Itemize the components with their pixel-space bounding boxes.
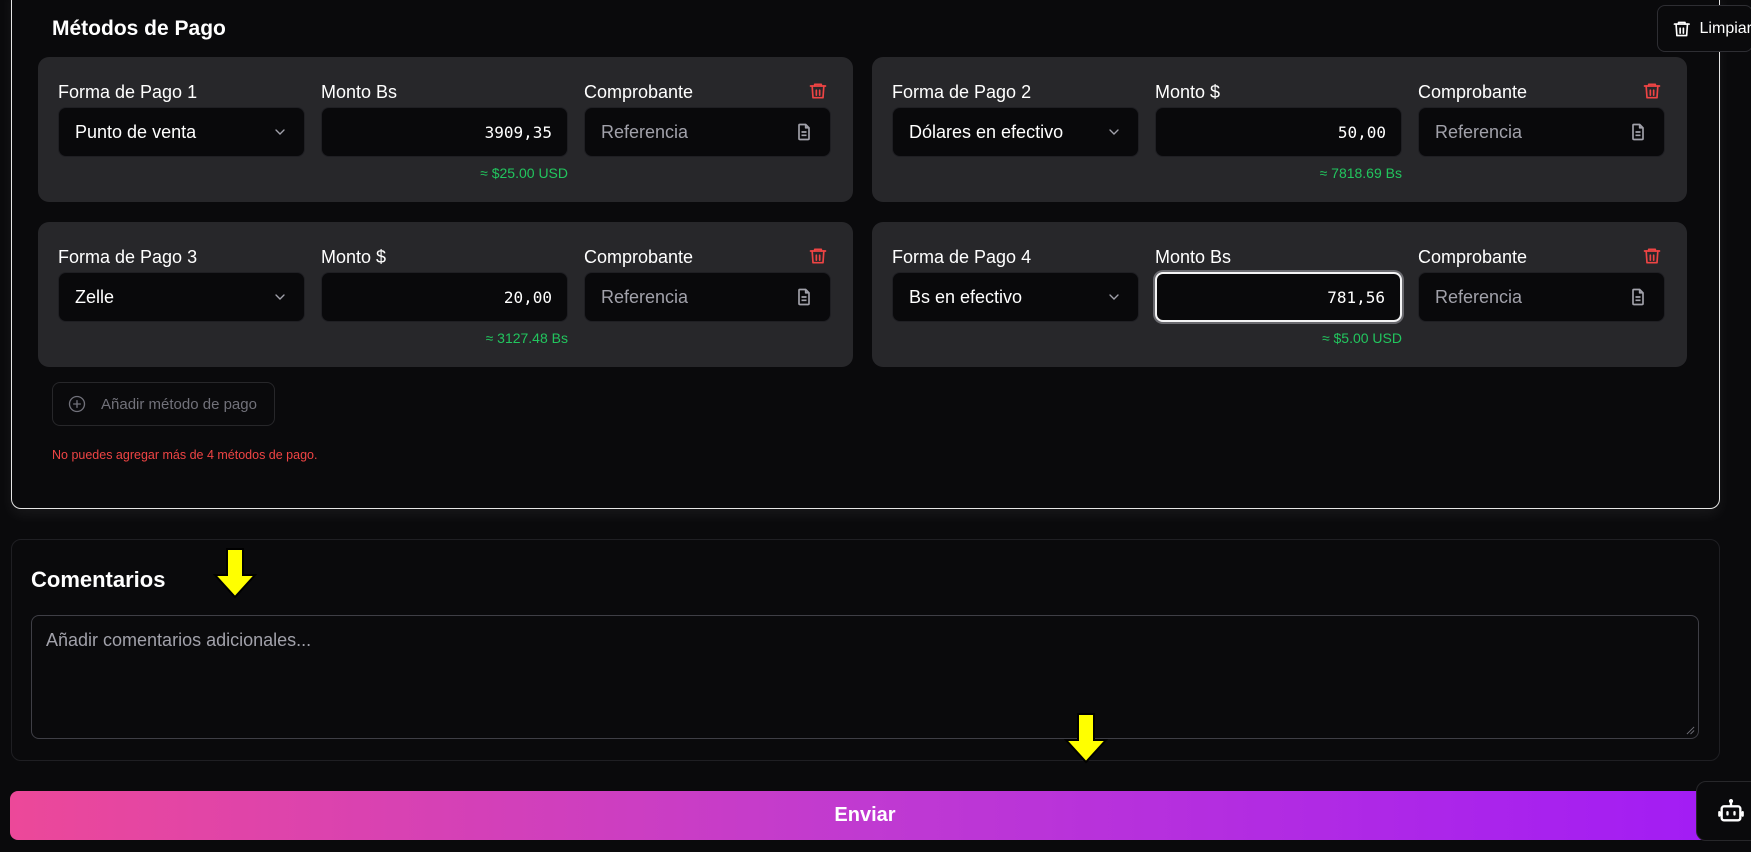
document-icon[interactable] — [1628, 287, 1648, 307]
document-icon[interactable] — [794, 122, 814, 142]
comments-card: Comentarios Añadir comentarios adicional… — [11, 539, 1720, 761]
plus-circle-icon — [68, 395, 86, 413]
chevron-down-icon — [1109, 294, 1119, 300]
conversion-text: ≈ 7818.69 Bs — [1319, 165, 1402, 181]
trash-icon[interactable] — [808, 81, 828, 101]
receipt-placeholder: Referencia — [601, 121, 689, 142]
chevron-down-icon — [1109, 129, 1119, 135]
payment-method-4: Forma de Pago 4 Monto Bs Comprobante Bs … — [872, 222, 1687, 367]
section-title: Métodos de Pago — [52, 17, 226, 40]
resize-handle-icon[interactable] — [1686, 726, 1695, 735]
arrow-down-icon — [1063, 713, 1109, 764]
comments-title: Comentarios — [31, 567, 166, 592]
amount-input[interactable]: 781,56 — [1155, 272, 1402, 322]
amount-input[interactable]: 3909,35 — [321, 107, 568, 157]
chevron-down-icon — [275, 129, 285, 135]
payment-methods-card: Métodos de Pago Forma de Pago 1 Monto Bs… — [11, 0, 1720, 509]
limit-message: No puedes agregar más de 4 métodos de pa… — [52, 448, 318, 462]
comments-placeholder: Añadir comentarios adicionales... — [46, 630, 312, 650]
receipt-label: Comprobante — [1418, 82, 1528, 102]
method-label: Forma de Pago 3 — [58, 247, 198, 267]
receipt-placeholder: Referencia — [1435, 286, 1523, 307]
selected-method: Punto de venta — [75, 121, 197, 142]
payment-method-3: Forma de Pago 3 Monto $ Comprobante Zell… — [38, 222, 853, 367]
payment-method-select[interactable]: Zelle — [58, 272, 305, 322]
receipt-label: Comprobante — [1418, 247, 1528, 267]
payment-method-select[interactable]: Bs en efectivo — [892, 272, 1139, 322]
arrow-down-icon — [212, 548, 258, 599]
trash-icon[interactable] — [1642, 246, 1662, 266]
selected-method: Zelle — [75, 286, 115, 307]
amount-label: Monto $ — [321, 247, 387, 267]
trash-icon[interactable] — [808, 246, 828, 266]
receipt-input[interactable]: Referencia — [1418, 272, 1665, 322]
document-icon[interactable] — [1628, 122, 1648, 142]
selected-method: Bs en efectivo — [909, 286, 1023, 307]
receipt-label: Comprobante — [584, 82, 694, 102]
selected-method: Dólares en efectivo — [909, 121, 1064, 142]
amount-label: Monto Bs — [321, 82, 398, 102]
document-icon[interactable] — [794, 287, 814, 307]
conversion-text: ≈ 3127.48 Bs — [485, 330, 568, 346]
receipt-input[interactable]: Referencia — [584, 272, 831, 322]
page: Métodos de Pago Forma de Pago 1 Monto Bs… — [0, 0, 1751, 852]
amount-input[interactable]: 20,00 — [321, 272, 568, 322]
clear-button-label: Limpiar — [1699, 19, 1751, 37]
receipt-placeholder: Referencia — [1435, 121, 1523, 142]
payment-method-2: Forma de Pago 2 Monto $ Comprobante Dóla… — [872, 57, 1687, 202]
bot-button[interactable] — [1696, 781, 1751, 841]
method-label: Forma de Pago 1 — [58, 82, 198, 102]
comments-textarea[interactable]: Añadir comentarios adicionales... — [31, 615, 1699, 739]
bot-icon — [1718, 798, 1744, 822]
add-payment-method-label: Añadir método de pago — [101, 395, 257, 413]
clear-button[interactable]: Limpiar — [1657, 5, 1751, 52]
chevron-down-icon — [275, 294, 285, 300]
receipt-input[interactable]: Referencia — [1418, 107, 1665, 157]
payment-method-1: Forma de Pago 1 Monto Bs Comprobante Pun… — [38, 57, 853, 202]
payment-method-select[interactable]: Punto de venta — [58, 107, 305, 157]
conversion-text: ≈ $25.00 USD — [480, 165, 568, 181]
trash-icon[interactable] — [1642, 81, 1662, 101]
payment-method-select[interactable]: Dólares en efectivo — [892, 107, 1139, 157]
method-label: Forma de Pago 4 — [892, 247, 1032, 267]
receipt-input[interactable]: Referencia — [584, 107, 831, 157]
add-payment-method-button[interactable]: Añadir método de pago — [52, 382, 275, 426]
receipt-placeholder: Referencia — [601, 286, 689, 307]
conversion-text: ≈ $5.00 USD — [1321, 330, 1402, 346]
trash-icon — [1673, 21, 1690, 36]
amount-input[interactable]: 50,00 — [1155, 107, 1402, 157]
receipt-label: Comprobante — [584, 247, 694, 267]
amount-label: Monto Bs — [1155, 247, 1232, 267]
method-label: Forma de Pago 2 — [892, 82, 1032, 102]
amount-label: Monto $ — [1155, 82, 1221, 102]
submit-button[interactable]: Enviar — [10, 791, 1720, 840]
